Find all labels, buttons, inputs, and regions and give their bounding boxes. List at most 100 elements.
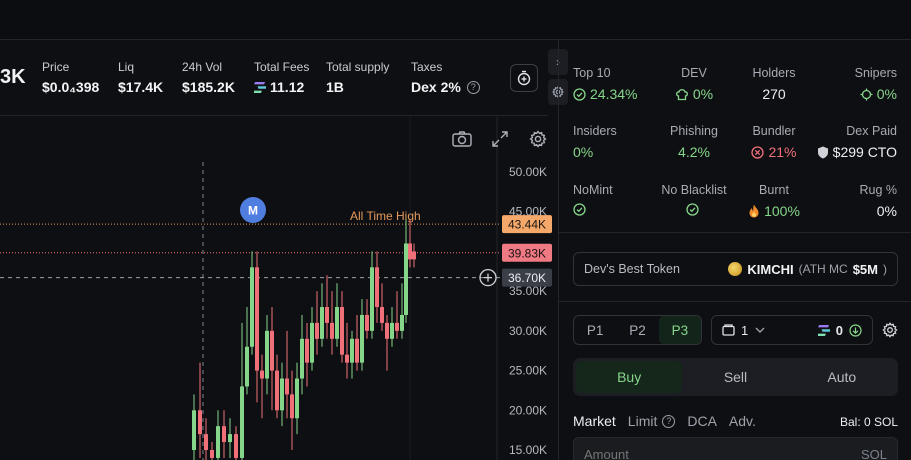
stat-24h-vol: 24h Vol $185.2K [182, 60, 235, 95]
candle-body [375, 267, 379, 308]
tab-auto[interactable]: Auto [789, 361, 895, 393]
metric-label: Rug % [859, 183, 897, 197]
dev-best-token-label: Dev's Best Token [584, 262, 680, 276]
timer-plus-icon [517, 70, 531, 86]
candle-body [240, 386, 244, 458]
stat-total-supply: Total supply 1B [326, 60, 390, 95]
info-icon[interactable]: ? [466, 80, 480, 94]
candle-body [355, 338, 359, 363]
y-tick-label: 30.00K [509, 324, 547, 338]
trade-settings-button[interactable] [879, 319, 901, 341]
candle-body [280, 378, 284, 411]
token-info-panel: Top 10 24.34% DEV 0% Holders 270 Snipers 0%… [559, 40, 911, 460]
price-chart[interactable]: 50.00K45.00K40.00K35.00K30.00K25.00K20.0… [0, 117, 558, 460]
candle-body [222, 426, 226, 443]
token-logo-icon [728, 262, 743, 276]
candle-body [250, 267, 254, 347]
candle-body [198, 410, 202, 435]
tab-buy[interactable]: Buy [576, 361, 683, 393]
metric-rug: Rug % 0% [809, 183, 897, 219]
check-circle-icon [685, 203, 699, 216]
tab-sell[interactable]: Sell [682, 361, 788, 393]
candle-body [295, 378, 299, 419]
top-bar [0, 0, 911, 40]
metric-value: 24.34% [590, 86, 638, 102]
candle-body [192, 410, 196, 450]
expand-icon [492, 131, 508, 147]
dev-best-token-value: KIMCHI (ATH MC $5M ) [728, 262, 887, 277]
balance-label: Bal: 0 SOL [839, 415, 898, 429]
candle-body [345, 354, 349, 363]
candle-body [350, 338, 354, 363]
crosshair-icon [860, 88, 873, 101]
order-type-limit[interactable]: Limit ? [628, 413, 676, 429]
fullscreen-button[interactable] [489, 128, 511, 150]
fire-icon [748, 204, 760, 218]
metric-value: 270 [762, 86, 786, 102]
candle-body [340, 307, 344, 355]
candle-body [325, 307, 329, 323]
candle-body [255, 267, 259, 371]
amount-input[interactable] [584, 446, 784, 460]
candle-body [270, 330, 274, 371]
taxes-value: Dex 2% [411, 79, 461, 95]
chart-toolbar [451, 128, 549, 150]
price-tag-label: 43.44K [508, 218, 546, 232]
y-tick-label: 50.00K [509, 165, 547, 179]
order-type-dca[interactable]: DCA [687, 413, 717, 429]
metric-holders: Holders 270 [734, 66, 814, 102]
check-circle-icon [573, 203, 586, 216]
metric-value: 0% [876, 203, 897, 219]
metric-dex-paid: Dex Paid $299 CTO [809, 124, 897, 160]
candle-body [275, 370, 279, 411]
candle-body [305, 338, 309, 363]
metric-label: Burnt [759, 183, 789, 197]
price-tag-label: 39.83K [508, 246, 546, 260]
wallet-selector[interactable]: 1 0 [711, 315, 873, 345]
candle-body [330, 322, 334, 339]
screenshot-button[interactable] [451, 128, 473, 150]
amount-field[interactable]: SOL [573, 437, 898, 460]
gear-icon [882, 322, 898, 338]
metric-value: $299 CTO [832, 144, 897, 160]
metric-value: 4.2% [678, 144, 710, 160]
candle-body [228, 434, 232, 443]
preset-p1[interactable]: P1 [574, 316, 616, 344]
candle-body [245, 346, 249, 387]
ath-suffix: ) [883, 262, 887, 276]
marker-label: M [248, 204, 258, 218]
candle-body [400, 314, 404, 331]
candle-body [210, 450, 214, 458]
stat-total-fees: Total Fees 11.12 [254, 60, 309, 95]
wallet-icon [722, 324, 735, 336]
metric-label: Holders [752, 66, 796, 80]
candle-body [320, 307, 324, 339]
candle-body [335, 307, 339, 339]
separator [559, 232, 911, 233]
candle-body [310, 322, 314, 363]
order-type-market[interactable]: Market [573, 413, 616, 429]
preset-p3[interactable]: P3 [658, 316, 701, 344]
candle-body [315, 322, 319, 339]
amount-unit: SOL [860, 446, 887, 460]
candle-body [408, 243, 412, 260]
stat-liq: Liq $17.4K [118, 60, 164, 95]
y-tick-label: 20.00K [509, 403, 547, 417]
candle-body [412, 251, 416, 260]
chart-settings-button[interactable] [527, 128, 549, 150]
order-type-advanced[interactable]: Adv. [729, 413, 756, 429]
candle-body [216, 426, 220, 458]
chevron-down-icon [755, 327, 765, 333]
sol-balance: 0 [835, 322, 843, 338]
x-circle-icon [751, 145, 765, 159]
metric-bundler: Bundler 21% [734, 124, 814, 160]
candle-body [360, 314, 364, 363]
add-widget-button[interactable] [510, 64, 538, 92]
preset-p2[interactable]: P2 [616, 316, 658, 344]
total-fees-value: 11.12 [270, 79, 305, 95]
check-circle-icon [573, 87, 586, 101]
dev-best-token[interactable]: Dev's Best Token KIMCHI (ATH MC $5M ) [573, 252, 898, 286]
metric-value: 100% [764, 203, 800, 219]
trade-tabs: Buy Sell Auto [573, 358, 898, 396]
metric-value: 0% [692, 86, 714, 102]
